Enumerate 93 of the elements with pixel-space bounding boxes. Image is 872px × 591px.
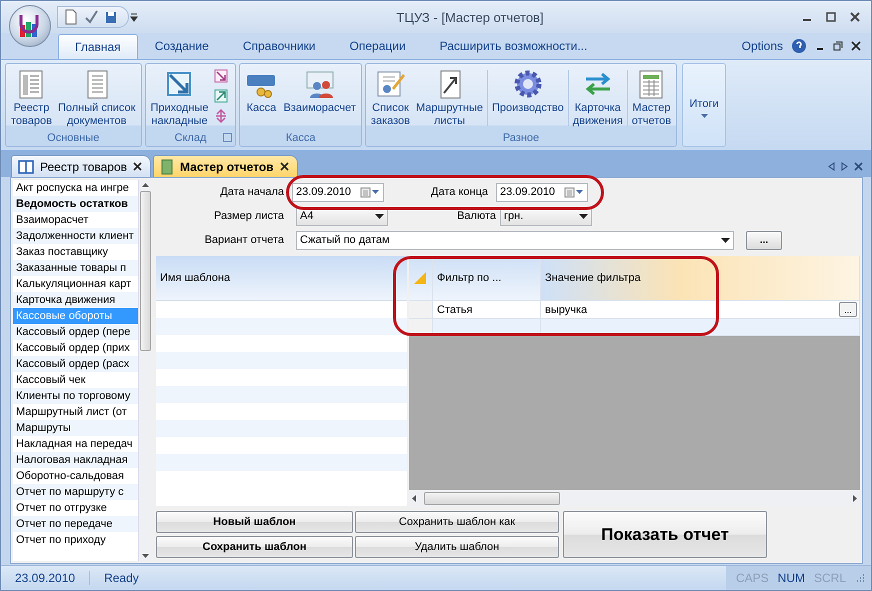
- corner-triangle-icon: [413, 271, 427, 285]
- calendar-dropdown-icon[interactable]: [360, 186, 380, 198]
- ribbon-tab[interactable]: Главная: [58, 34, 138, 59]
- template-button[interactable]: Сохранить шаблон: [156, 536, 353, 558]
- dropdown-arrow-icon[interactable]: [375, 214, 384, 218]
- restore-icon[interactable]: [833, 41, 843, 51]
- new-document-icon[interactable]: [64, 9, 78, 25]
- group-label: Основные: [47, 132, 100, 144]
- window-title: ТЦУЗ - [Мастер отчетов]: [395, 10, 545, 24]
- resize-grip-icon: [855, 573, 865, 583]
- save-icon[interactable]: [104, 9, 118, 25]
- tab-label: Мастер отчетов: [180, 160, 274, 174]
- totals-button[interactable]: Итоги: [682, 63, 726, 147]
- ribbon-tab[interactable]: Создание: [138, 33, 226, 59]
- arrow-box-icon[interactable]: [213, 88, 230, 104]
- document-icon: [160, 158, 174, 174]
- left-arrow-icon: [412, 494, 416, 502]
- options-menu[interactable]: Options: [742, 39, 783, 53]
- document-tab[interactable]: Реестр товаров: [11, 155, 151, 177]
- report-list-item[interactable]: Отчет по маршруту с: [13, 484, 138, 500]
- report-list-item[interactable]: Задолженности клиент: [13, 228, 138, 244]
- close-icon[interactable]: [280, 162, 289, 171]
- report-list-item[interactable]: Ведомость остатков: [13, 196, 138, 212]
- customize-arrow-icon[interactable]: [129, 12, 139, 22]
- report-list-item[interactable]: Кассовый ордер (расх: [13, 356, 138, 372]
- group-label: Касса: [286, 132, 316, 144]
- group-label: Разное: [502, 132, 540, 144]
- left-arrow-icon[interactable]: [828, 162, 835, 171]
- more-button[interactable]: ...: [839, 302, 857, 317]
- column-header: Фильтр по ...: [437, 272, 502, 284]
- close-icon[interactable]: [849, 11, 861, 23]
- right-arrow-icon: [853, 494, 857, 502]
- close-icon[interactable]: [851, 41, 861, 51]
- calendar-dropdown-icon[interactable]: [564, 186, 584, 198]
- ribbon-button[interactable]: Полный список документов: [54, 66, 138, 130]
- right-arrow-icon[interactable]: [841, 162, 848, 171]
- report-list-item[interactable]: Клиенты по торговому: [13, 388, 138, 404]
- field-label: Дата начала: [219, 186, 284, 198]
- column-header: Имя шаблона: [156, 256, 407, 301]
- report-list-item[interactable]: Налоговая накладная: [13, 452, 138, 468]
- template-button[interactable]: Сохранить шаблон как: [355, 511, 559, 533]
- status-message: Ready: [103, 571, 140, 585]
- report-list-item[interactable]: Карточка движения: [13, 292, 138, 308]
- ribbon-button[interactable]: Мастер отчетов: [628, 66, 674, 130]
- down-arrow-icon: [142, 554, 149, 558]
- field-label: Дата конца: [430, 186, 488, 198]
- checkmark-icon[interactable]: [84, 9, 98, 25]
- column-header: Значение фильтра: [545, 272, 641, 284]
- tab-label: Реестр товаров: [40, 160, 127, 174]
- up-arrow-icon: [142, 183, 149, 187]
- report-variant-dropdown[interactable]: Сжатый по датам: [296, 230, 734, 250]
- field-label: Вариант отчета: [204, 234, 284, 246]
- more-button[interactable]: ...: [746, 230, 782, 250]
- group-label: Склад: [174, 132, 206, 144]
- table-cell: выручка: [545, 304, 588, 316]
- ribbon-button[interactable]: Список заказов: [368, 66, 414, 130]
- maximize-icon[interactable]: [825, 11, 837, 23]
- dropdown-arrow-icon: [700, 114, 708, 118]
- horizontal-scrollbar[interactable]: [409, 490, 860, 506]
- report-list-item[interactable]: Отчет по передаче: [13, 516, 138, 532]
- ribbon-tab[interactable]: Операции: [332, 33, 423, 59]
- table-cell: Статья: [437, 304, 472, 316]
- report-list-item[interactable]: Кассовый ордер (пере: [13, 324, 138, 340]
- report-list-item[interactable]: Маршруты: [13, 420, 138, 436]
- app-logo-button[interactable]: [9, 5, 51, 47]
- dropdown-arrow-icon[interactable]: [579, 214, 588, 218]
- ribbon-button[interactable]: Маршрутные листы: [413, 66, 486, 130]
- show-report-button[interactable]: Показать отчет: [563, 511, 767, 558]
- field-label: Размер листа: [213, 210, 284, 222]
- report-list-item[interactable]: Заказанные товары п: [13, 260, 138, 276]
- ribbon-button[interactable]: Карточка движения: [570, 66, 626, 130]
- ribbon-tab[interactable]: Расширить возможности...: [422, 33, 604, 59]
- ribbon-button[interactable]: Касса: [242, 66, 280, 117]
- arrow-box-icon[interactable]: [213, 68, 230, 84]
- document-tab[interactable]: Мастер отчетов: [153, 155, 298, 177]
- date-field[interactable]: 23.09.2010: [292, 182, 384, 202]
- ribbon-button[interactable]: Производство: [489, 66, 567, 117]
- ribbon-tab[interactable]: Справочники: [226, 33, 333, 59]
- ribbon-button[interactable]: Взаиморасчет: [280, 66, 359, 117]
- status-date: 23.09.2010: [1, 571, 90, 585]
- field-label: Валюта: [456, 210, 496, 222]
- help-icon[interactable]: [791, 38, 807, 54]
- template-button[interactable]: Новый шаблон: [156, 511, 353, 533]
- ribbon-button[interactable]: Приходные накладные: [148, 66, 212, 130]
- vertical-scrollbar[interactable]: [138, 180, 152, 561]
- ribbon-button[interactable]: Реестр товаров: [8, 66, 55, 130]
- date-field[interactable]: 23.09.2010: [496, 182, 588, 202]
- key-indicator: NUM: [778, 571, 805, 585]
- book-icon: [18, 160, 34, 174]
- template-button[interactable]: Удалить шаблон: [355, 536, 559, 558]
- close-icon[interactable]: [133, 162, 142, 171]
- dropdown-arrow-icon[interactable]: [721, 238, 730, 242]
- gear-icon: [512, 68, 544, 100]
